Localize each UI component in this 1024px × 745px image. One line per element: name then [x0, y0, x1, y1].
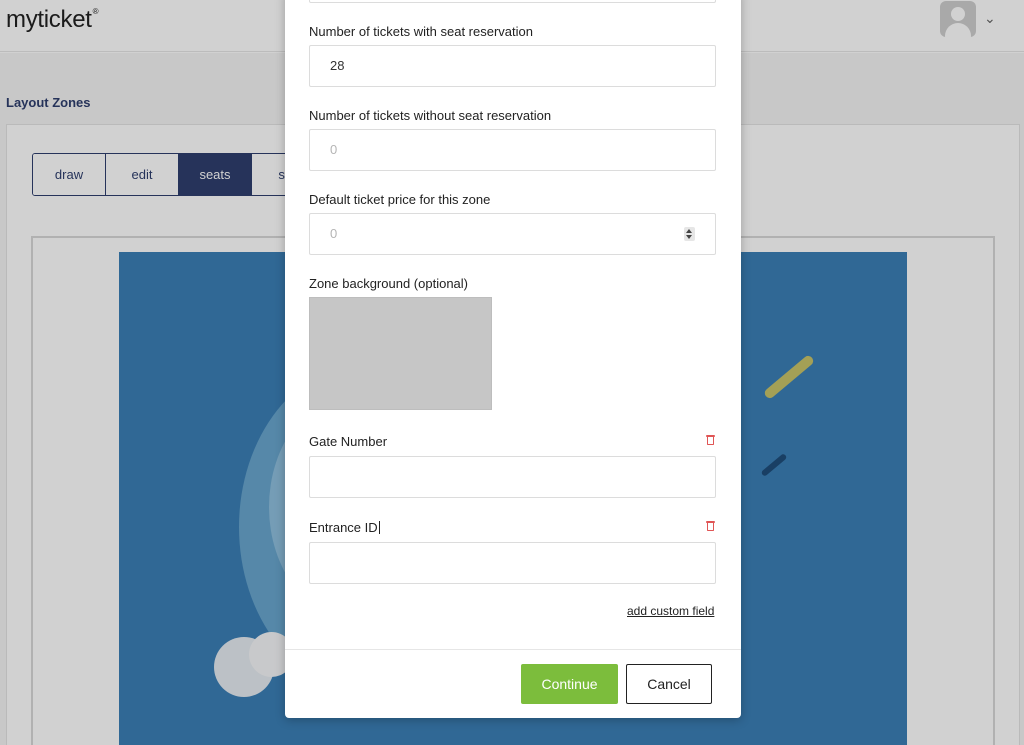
entrance-id-input[interactable] — [309, 542, 716, 584]
default-price-input[interactable]: 0 — [309, 213, 716, 255]
entrance-id-label-text: Entrance ID — [309, 520, 378, 535]
zone-settings-modal: Number of tickets with seat reservation … — [285, 0, 741, 718]
zone-background-label: Zone background (optional) — [309, 276, 468, 291]
default-price-label: Default ticket price for this zone — [309, 192, 491, 207]
seat-tickets-input[interactable]: 28 — [309, 45, 716, 87]
delete-entrance-id-icon[interactable] — [706, 521, 715, 531]
zone-background-upload[interactable] — [309, 297, 492, 410]
seat-tickets-label: Number of tickets with seat reservation — [309, 24, 533, 39]
delete-gate-number-icon[interactable] — [706, 435, 715, 445]
add-custom-field-link[interactable]: add custom field — [627, 604, 714, 618]
entrance-id-label[interactable]: Entrance ID — [309, 520, 380, 535]
previous-field-input[interactable] — [309, 0, 716, 3]
modal-footer-divider — [285, 649, 741, 650]
number-spinner-icon[interactable] — [684, 227, 695, 241]
default-price-placeholder: 0 — [330, 226, 338, 241]
no-seat-tickets-input[interactable]: 0 — [309, 129, 716, 171]
gate-number-input[interactable] — [309, 456, 716, 498]
gate-number-label: Gate Number — [309, 434, 388, 449]
no-seat-tickets-label: Number of tickets without seat reservati… — [309, 108, 552, 123]
cancel-button[interactable]: Cancel — [626, 664, 712, 704]
continue-button[interactable]: Continue — [521, 664, 618, 704]
text-cursor — [378, 521, 380, 534]
